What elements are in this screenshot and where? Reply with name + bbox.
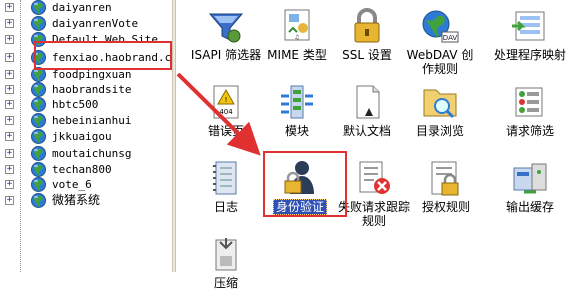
failed-request-icon bbox=[359, 161, 390, 194]
feature-label: 输出缓存 bbox=[505, 200, 554, 214]
svg-text:♫: ♫ bbox=[294, 34, 299, 41]
feature-authorization-rules[interactable]: 授权规则 bbox=[410, 158, 482, 214]
feature-modules[interactable]: 模块 bbox=[261, 82, 333, 138]
tree-item-label: 微猪系统 bbox=[52, 193, 101, 207]
globe-icon bbox=[31, 0, 46, 15]
expand-icon[interactable]: + bbox=[5, 35, 14, 44]
globe-icon bbox=[31, 146, 46, 161]
authentication-highlight bbox=[263, 151, 347, 217]
feature-label: 处理程序映射 bbox=[494, 48, 567, 62]
padlock-icon bbox=[354, 8, 380, 43]
feature-directory-browsing[interactable]: 目录浏览 bbox=[404, 82, 476, 138]
expand-icon[interactable]: + bbox=[5, 165, 14, 174]
request-filtering-icon bbox=[515, 87, 543, 117]
tree-item[interactable]: + jkkuaigou bbox=[0, 128, 172, 145]
feature-request-filtering[interactable]: 请求筛选 bbox=[494, 82, 566, 138]
webdav-globe-icon: DAV bbox=[422, 10, 459, 43]
tree-item-label: moutaichunsg bbox=[52, 147, 132, 160]
webdav-badge: DAV bbox=[443, 34, 458, 42]
tree-item-label: daiyanrenVote bbox=[52, 17, 139, 30]
expand-icon[interactable]: + bbox=[5, 70, 14, 79]
globe-icon bbox=[31, 16, 46, 31]
default-document-icon bbox=[356, 85, 380, 119]
feature-compression[interactable]: 压缩 bbox=[190, 234, 262, 290]
error-page-icon: ! 404 bbox=[213, 85, 239, 119]
feature-label: 失败请求跟踪规则 bbox=[338, 200, 411, 228]
modules-icon bbox=[281, 85, 313, 119]
globe-icon bbox=[31, 97, 46, 112]
output-cache-icon bbox=[513, 163, 547, 194]
tree-item-label: techan800 bbox=[52, 163, 112, 176]
expand-icon[interactable]: + bbox=[5, 132, 14, 141]
tree-item[interactable]: + daiyanrenVote bbox=[0, 15, 172, 32]
feature-label: MIME 类型 bbox=[267, 48, 327, 62]
tree-item-label: vote_6 bbox=[52, 178, 92, 191]
expand-icon[interactable]: + bbox=[5, 53, 14, 62]
tree-item[interactable]: + daiyanren bbox=[0, 0, 172, 16]
expand-icon[interactable]: + bbox=[5, 149, 14, 158]
tree-item-label: jkkuaigou bbox=[52, 130, 112, 143]
feature-label: 错误页 bbox=[207, 124, 244, 138]
expand-icon[interactable]: + bbox=[5, 196, 14, 205]
feature-label: 请求筛选 bbox=[505, 124, 554, 138]
feature-label: ISAPI 筛选器 bbox=[190, 48, 262, 62]
feature-label: 压缩 bbox=[213, 276, 238, 290]
tree-item[interactable]: + 微猪系统 bbox=[0, 192, 172, 209]
logging-icon bbox=[213, 161, 237, 195]
features-view: ISAPI 筛选器 ♫ MIME 类型 SSL 设置 DAV WebDAV 创作… bbox=[176, 0, 577, 290]
compression-icon bbox=[215, 238, 237, 271]
feature-label: 授权规则 bbox=[421, 200, 470, 214]
feature-ssl-settings[interactable]: SSL 设置 bbox=[331, 6, 403, 62]
feature-label: 默认文档 bbox=[342, 124, 391, 138]
feature-label: 模块 bbox=[284, 124, 309, 138]
svg-text:!: ! bbox=[225, 96, 228, 104]
tree-item-label: haobrandsite bbox=[52, 83, 132, 96]
expand-icon[interactable]: + bbox=[5, 85, 14, 94]
globe-icon bbox=[31, 193, 46, 208]
expand-icon[interactable]: + bbox=[5, 100, 14, 109]
tree-item[interactable]: + hbtc500 bbox=[0, 96, 172, 113]
selected-site-highlight bbox=[34, 41, 172, 70]
mime-types-icon: ♫ bbox=[284, 9, 310, 41]
globe-icon bbox=[31, 129, 46, 144]
feature-mime-types[interactable]: ♫ MIME 类型 bbox=[261, 6, 333, 62]
tree-item[interactable]: + vote_6 bbox=[0, 176, 172, 193]
expand-icon[interactable]: + bbox=[5, 180, 14, 189]
expand-icon[interactable]: + bbox=[5, 116, 14, 125]
globe-icon bbox=[31, 177, 46, 192]
error-badge: 404 bbox=[219, 108, 233, 116]
authorization-lock-icon bbox=[431, 161, 459, 196]
feature-label: 日志 bbox=[213, 200, 238, 214]
feature-output-caching[interactable]: 输出缓存 bbox=[494, 158, 566, 214]
site-tree: + daiyanren + daiyanrenVote + Default We… bbox=[0, 0, 172, 272]
feature-default-document[interactable]: 默认文档 bbox=[331, 82, 403, 138]
feature-label: SSL 设置 bbox=[342, 48, 392, 62]
handler-mappings-icon bbox=[512, 11, 545, 41]
tree-item[interactable]: + moutaichunsg bbox=[0, 145, 172, 162]
feature-label: 目录浏览 bbox=[415, 124, 464, 138]
tree-item-label: hbtc500 bbox=[52, 98, 99, 111]
isapi-filter-icon bbox=[208, 13, 244, 43]
directory-browsing-icon bbox=[423, 89, 457, 119]
tree-item-label: daiyanren bbox=[52, 1, 112, 14]
feature-isapi-filters[interactable]: ISAPI 筛选器 bbox=[190, 6, 262, 62]
expand-icon[interactable]: + bbox=[5, 3, 14, 12]
feature-logging[interactable]: 日志 bbox=[190, 158, 262, 214]
tree-item-label: hebeinianhui bbox=[52, 114, 132, 127]
feature-failed-request-tracing[interactable]: 失败请求跟踪规则 bbox=[338, 158, 410, 228]
feature-webdav-authoring[interactable]: DAV WebDAV 创作规则 bbox=[404, 6, 476, 76]
expand-icon[interactable]: + bbox=[5, 19, 14, 28]
tree-item[interactable]: + hebeinianhui bbox=[0, 112, 172, 129]
feature-handler-mappings[interactable]: 处理程序映射 bbox=[494, 6, 566, 62]
feature-label: WebDAV 创作规则 bbox=[406, 48, 474, 76]
feature-error-pages[interactable]: ! 404 错误页 bbox=[190, 82, 262, 138]
globe-icon bbox=[31, 113, 46, 128]
